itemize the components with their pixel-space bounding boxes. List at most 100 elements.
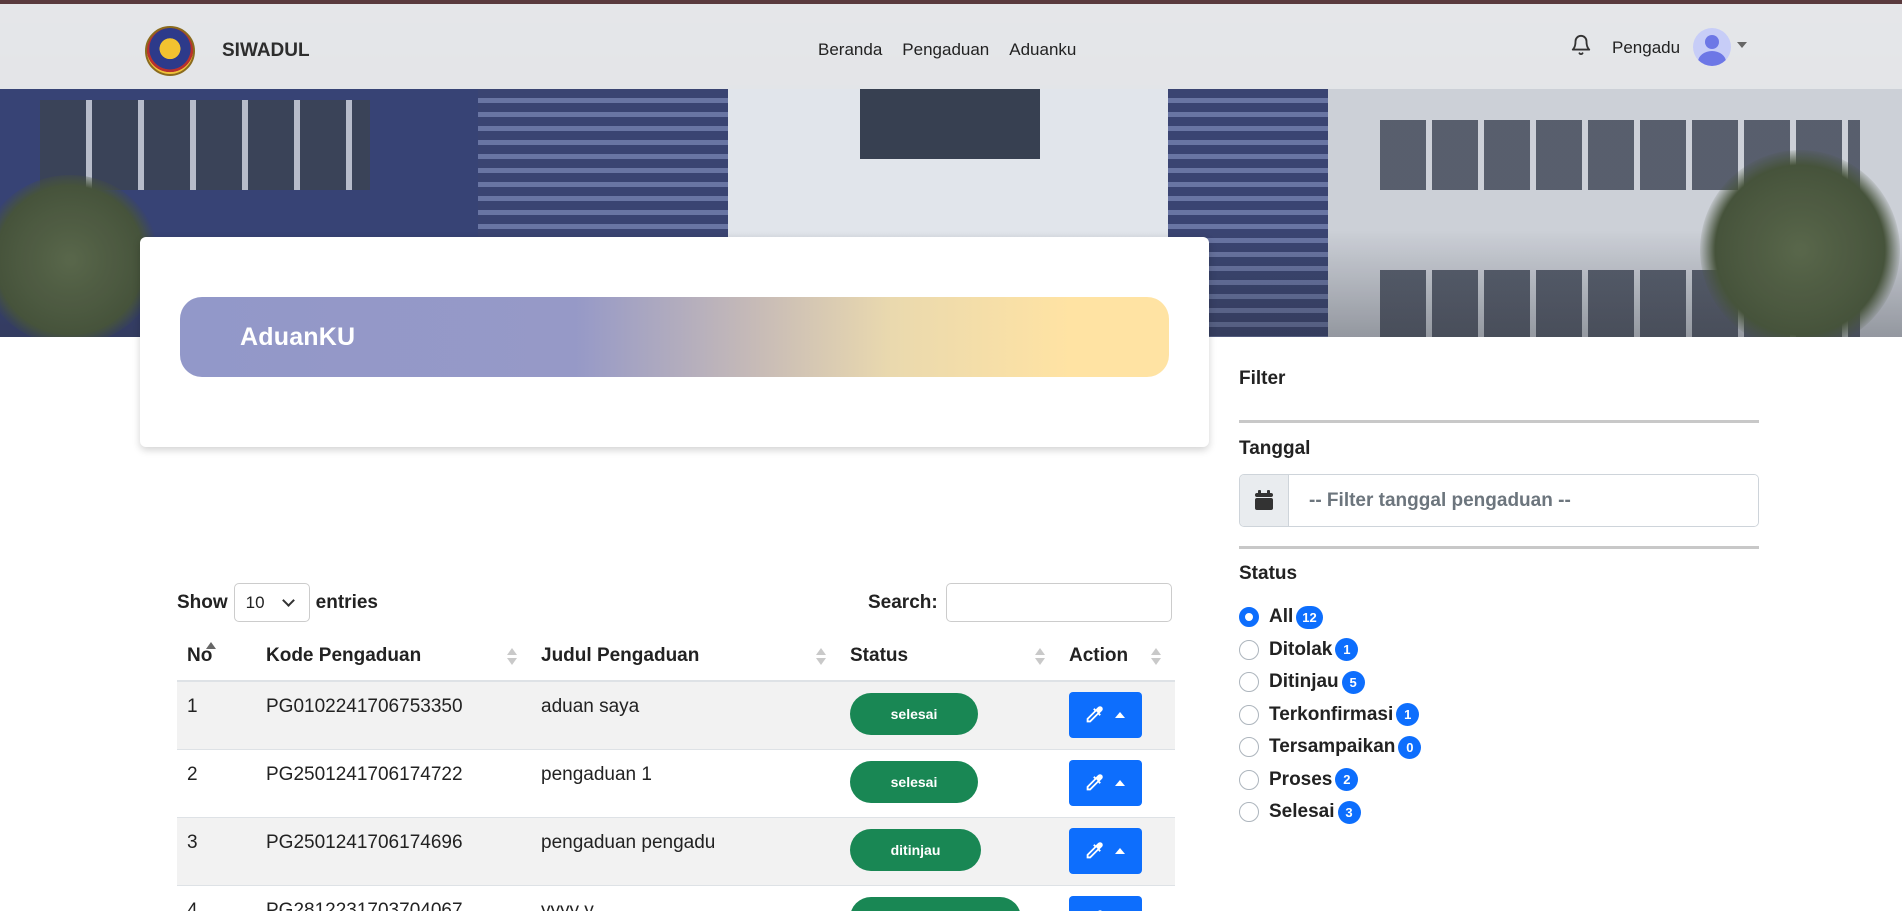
show-label: Show <box>177 591 228 613</box>
action-dropdown-button[interactable] <box>1069 760 1142 806</box>
filter-divider <box>1239 420 1759 423</box>
avatar-body <box>1698 51 1726 66</box>
status-option-label: Ditolak <box>1269 638 1333 660</box>
entries-select[interactable]: 10 <box>233 583 310 622</box>
cell-status: selesai <box>840 750 1059 817</box>
count-badge: 1 <box>1335 638 1359 662</box>
nav-links: Beranda Pengaduan Aduanku <box>818 40 1076 60</box>
entries-select-value: 10 <box>245 592 265 612</box>
avatar-head <box>1705 35 1719 49</box>
status-option-all[interactable]: All 12 <box>1239 601 1421 634</box>
radio-button[interactable] <box>1239 737 1259 758</box>
cell-no: 4 <box>187 900 198 911</box>
radio-button[interactable] <box>1239 802 1259 823</box>
cell-no: 1 <box>187 696 198 717</box>
status-option-label: Ditinjau <box>1269 671 1339 693</box>
cell-action <box>1059 886 1175 911</box>
count-badge: 1 <box>1396 703 1420 727</box>
column-header-judul[interactable]: Judul Pengaduan <box>531 638 840 680</box>
cell-judul: pengaduan pengadu <box>541 832 716 853</box>
action-dropdown-button[interactable] <box>1069 692 1142 738</box>
count-badge: 5 <box>1341 670 1365 694</box>
siwadul-logo[interactable] <box>145 26 195 76</box>
status-option-terkonfirmasi[interactable]: Terkonfirmasi 1 <box>1239 699 1421 732</box>
date-filter-group: -- Filter tanggal pengaduan -- <box>1239 474 1759 527</box>
radio-button[interactable] <box>1239 704 1259 725</box>
status-label: Status <box>1239 563 1298 584</box>
calendar-icon[interactable] <box>1240 475 1289 526</box>
sort-icon <box>1035 648 1045 668</box>
cell-action <box>1059 818 1175 885</box>
nav-link-aduanku[interactable]: Aduanku <box>1009 40 1076 60</box>
eyedropper-icon <box>1086 706 1103 723</box>
status-option-label: Proses <box>1269 768 1333 790</box>
search-input[interactable] <box>945 583 1172 622</box>
status-badge: selesai <box>850 761 978 803</box>
table-header: No Kode Pengaduan Judul Pengaduan Status… <box>177 638 1175 682</box>
column-header-label: Judul Pengaduan <box>541 645 700 666</box>
column-header-action[interactable]: Action <box>1059 638 1175 680</box>
column-header-label: Action <box>1069 645 1129 666</box>
caret-up-icon <box>1115 848 1125 854</box>
aduan-table: No Kode Pengaduan Judul Pengaduan Status… <box>177 638 1175 911</box>
sort-icon <box>1151 648 1161 668</box>
nav-link-beranda[interactable]: Beranda <box>818 40 882 60</box>
status-badge: ditinjau <box>850 829 981 871</box>
cell-no: 3 <box>187 832 198 853</box>
caret-up-icon <box>1115 712 1125 718</box>
count-badge: 3 <box>1337 800 1361 824</box>
status-badge: selesai <box>850 693 978 735</box>
entries-label: entries <box>315 591 378 613</box>
cell-status: ditinjau <box>840 818 1059 885</box>
page-title: AduanKU <box>240 323 356 351</box>
cell-no: 2 <box>187 764 198 785</box>
status-option-tersampaikan[interactable]: Tersampaikan 0 <box>1239 731 1422 764</box>
radio-button[interactable] <box>1239 639 1259 660</box>
aduanku-banner: AduanKU <box>180 297 1169 377</box>
column-header-label: Kode Pengaduan <box>266 645 422 666</box>
count-badge: 12 <box>1296 605 1323 629</box>
sort-icon <box>507 648 517 668</box>
table-row: 4 PG2812231703704067 yyyy y <box>177 886 1175 911</box>
column-header-label: Status <box>850 645 909 666</box>
sort-icon <box>816 648 826 668</box>
status-option-proses[interactable]: Proses 2 <box>1239 764 1421 797</box>
bell-icon[interactable] <box>1570 34 1594 58</box>
status-option-label: Selesai <box>1269 801 1335 823</box>
status-badge <box>850 897 1021 911</box>
chevron-down-icon <box>281 594 295 607</box>
search-label: Search: <box>868 591 938 613</box>
user-label[interactable]: Pengadu <box>1612 38 1680 58</box>
status-option-label: Tersampaikan <box>1269 736 1396 758</box>
status-option-label: All <box>1269 606 1294 628</box>
status-option-ditolak[interactable]: Ditolak 1 <box>1239 634 1421 667</box>
radio-button[interactable] <box>1239 607 1259 628</box>
status-option-selesai[interactable]: Selesai 3 <box>1239 796 1421 829</box>
action-dropdown-button[interactable] <box>1069 828 1142 874</box>
entries-control: Show 10 entries <box>177 583 378 622</box>
cell-kode: PG2501241706174696 <box>266 832 463 853</box>
cell-judul: yyyy y <box>541 900 594 911</box>
search-control: Search: <box>868 583 1172 622</box>
radio-button[interactable] <box>1239 769 1259 790</box>
brand-name[interactable]: SIWADUL <box>222 40 310 62</box>
cell-kode: PG2501241706174722 <box>266 764 463 785</box>
nav-link-pengaduan[interactable]: Pengaduan <box>902 40 989 60</box>
count-badge: 2 <box>1335 768 1359 792</box>
action-dropdown-button[interactable] <box>1069 896 1142 911</box>
column-header-status[interactable]: Status <box>840 638 1059 680</box>
cell-status: selesai <box>840 682 1059 749</box>
cell-kode: PG0102241706753350 <box>266 696 463 717</box>
status-option-ditinjau[interactable]: Ditinjau 5 <box>1239 666 1421 699</box>
eyedropper-icon <box>1086 774 1103 791</box>
date-filter-input[interactable]: -- Filter tanggal pengaduan -- <box>1289 475 1758 526</box>
table-row: 2 PG2501241706174722 pengaduan 1 selesai <box>177 750 1175 818</box>
user-menu-caret-icon[interactable] <box>1737 42 1747 48</box>
sort-icon <box>206 642 216 662</box>
avatar-icon[interactable] <box>1693 28 1731 66</box>
column-header-kode[interactable]: Kode Pengaduan <box>256 638 531 680</box>
eyedropper-icon <box>1086 842 1103 859</box>
cell-status <box>840 886 1059 911</box>
column-header-no[interactable]: No <box>177 638 256 680</box>
radio-button[interactable] <box>1239 672 1259 693</box>
